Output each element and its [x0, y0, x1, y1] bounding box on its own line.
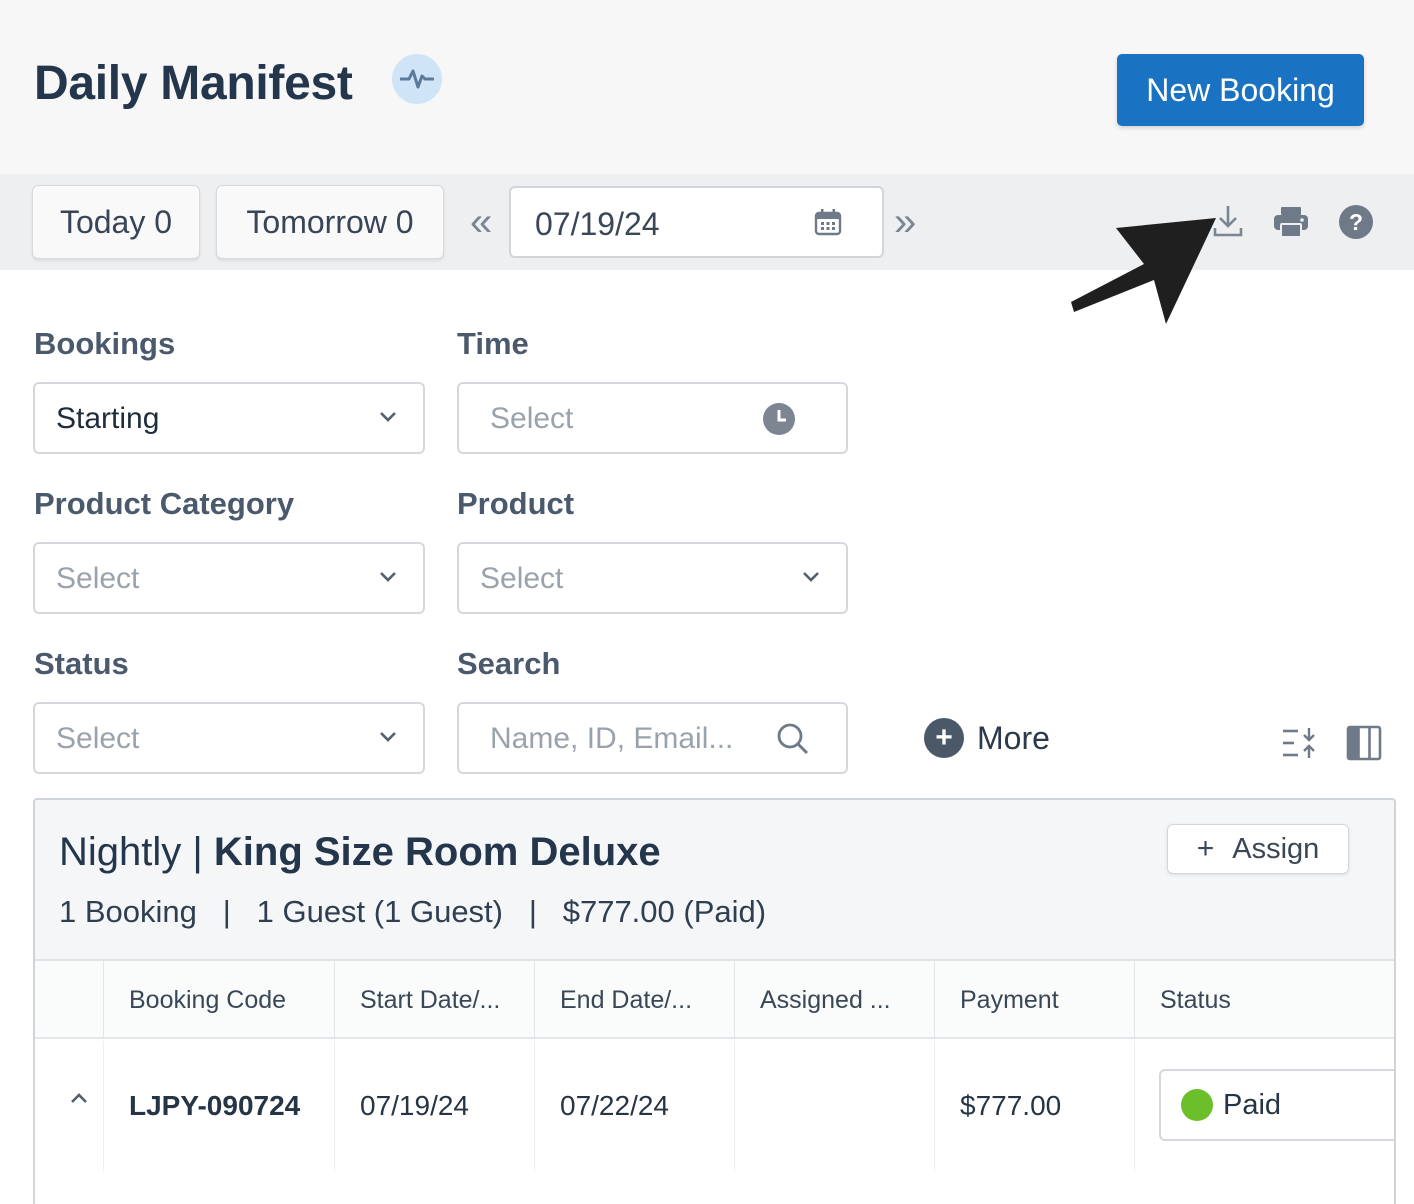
chevron-down-icon	[379, 730, 397, 748]
search-placeholder: Name, ID, Email...	[490, 722, 734, 755]
booking-group-card: Nightly | King Size Room Deluxe 1 Bookin…	[33, 798, 1396, 1204]
column-header-end-date[interactable]: End Date/...	[534, 961, 734, 1039]
group-title-prefix: Nightly |	[59, 830, 214, 874]
status-select-value: Paid	[1223, 1088, 1282, 1121]
new-booking-button[interactable]: New Booking	[1117, 54, 1364, 126]
tomorrow-button[interactable]: Tomorrow 0	[216, 185, 444, 259]
next-date-button[interactable]: »	[894, 200, 916, 245]
end-date-cell: 07/22/24	[534, 1041, 734, 1171]
print-icon[interactable]	[1273, 206, 1309, 243]
column-header-status[interactable]: Status	[1134, 961, 1394, 1039]
plus-circle-icon: +	[924, 718, 964, 758]
plus-icon: +	[1196, 832, 1215, 865]
search-filter-label: Search	[457, 646, 561, 681]
start-date-cell: 07/19/24	[334, 1041, 534, 1171]
bookings-filter-value: Starting	[56, 402, 160, 435]
date-value: 07/19/24	[535, 206, 660, 242]
page-title: Daily Manifest	[34, 57, 353, 110]
pointer-arrow-icon	[1071, 218, 1216, 324]
table-header: Booking Code Start Date/... End Date/...…	[35, 961, 1394, 1039]
collapse-rows-icon[interactable]	[1282, 726, 1318, 765]
product-filter-select[interactable]: Select	[457, 542, 848, 614]
product-category-placeholder: Select	[56, 562, 140, 595]
group-summary: 1 Booking | 1 Guest (1 Guest) | $777.00 …	[59, 894, 767, 929]
bookings-filter-label: Bookings	[34, 326, 176, 361]
date-picker-input[interactable]: 07/19/24	[509, 186, 884, 258]
status-select[interactable]: Paid	[1159, 1069, 1394, 1141]
activity-pulse-icon[interactable]	[392, 54, 442, 104]
column-header-start-date[interactable]: Start Date/...	[334, 961, 534, 1039]
chevron-down-icon	[802, 570, 820, 588]
booking-code-cell[interactable]: LJPY-090724	[103, 1041, 334, 1171]
help-icon[interactable]: ?	[1338, 204, 1374, 245]
chevron-down-icon	[379, 410, 397, 428]
assign-button-label: Assign	[1232, 832, 1320, 865]
product-placeholder: Select	[480, 562, 564, 595]
bookings-table: Booking Code Start Date/... End Date/...…	[35, 959, 1394, 1204]
column-header-payment[interactable]: Payment	[934, 961, 1134, 1039]
chevron-up-icon[interactable]	[69, 1091, 89, 1110]
columns-icon[interactable]	[1346, 725, 1382, 766]
time-filter-placeholder: Select	[490, 402, 574, 435]
search-icon[interactable]	[776, 722, 810, 761]
search-input[interactable]: Name, ID, Email...	[457, 702, 848, 774]
more-filters-button[interactable]: + More	[924, 718, 1050, 758]
time-filter-label: Time	[457, 326, 529, 361]
today-button[interactable]: Today 0	[32, 185, 200, 259]
chevron-down-icon	[379, 570, 397, 588]
assign-button[interactable]: + Assign	[1167, 824, 1349, 874]
page-header: Daily Manifest New Booking	[0, 0, 1414, 174]
column-header-booking-code[interactable]: Booking Code	[103, 961, 334, 1039]
product-category-filter-select[interactable]: Select	[33, 542, 425, 614]
more-filters-label: More	[977, 719, 1050, 756]
group-title-name: King Size Room Deluxe	[213, 830, 661, 874]
paid-status-dot-icon	[1181, 1089, 1213, 1121]
bookings-filter-select[interactable]: Starting	[33, 382, 425, 454]
payment-cell: $777.00	[934, 1041, 1134, 1171]
product-category-filter-label: Product Category	[34, 486, 295, 521]
column-header-assigned[interactable]: Assigned ...	[734, 961, 934, 1039]
status-placeholder: Select	[56, 722, 140, 755]
assigned-cell	[734, 1041, 934, 1171]
group-title: Nightly | King Size Room Deluxe	[59, 830, 661, 875]
clock-icon	[762, 402, 796, 441]
calendar-icon[interactable]	[814, 208, 842, 241]
svg-text:?: ?	[1349, 209, 1363, 235]
status-filter-label: Status	[34, 646, 129, 681]
time-filter-select[interactable]: Select	[457, 382, 848, 454]
status-filter-select[interactable]: Select	[33, 702, 425, 774]
product-filter-label: Product	[457, 486, 575, 521]
previous-date-button[interactable]: «	[470, 200, 492, 245]
